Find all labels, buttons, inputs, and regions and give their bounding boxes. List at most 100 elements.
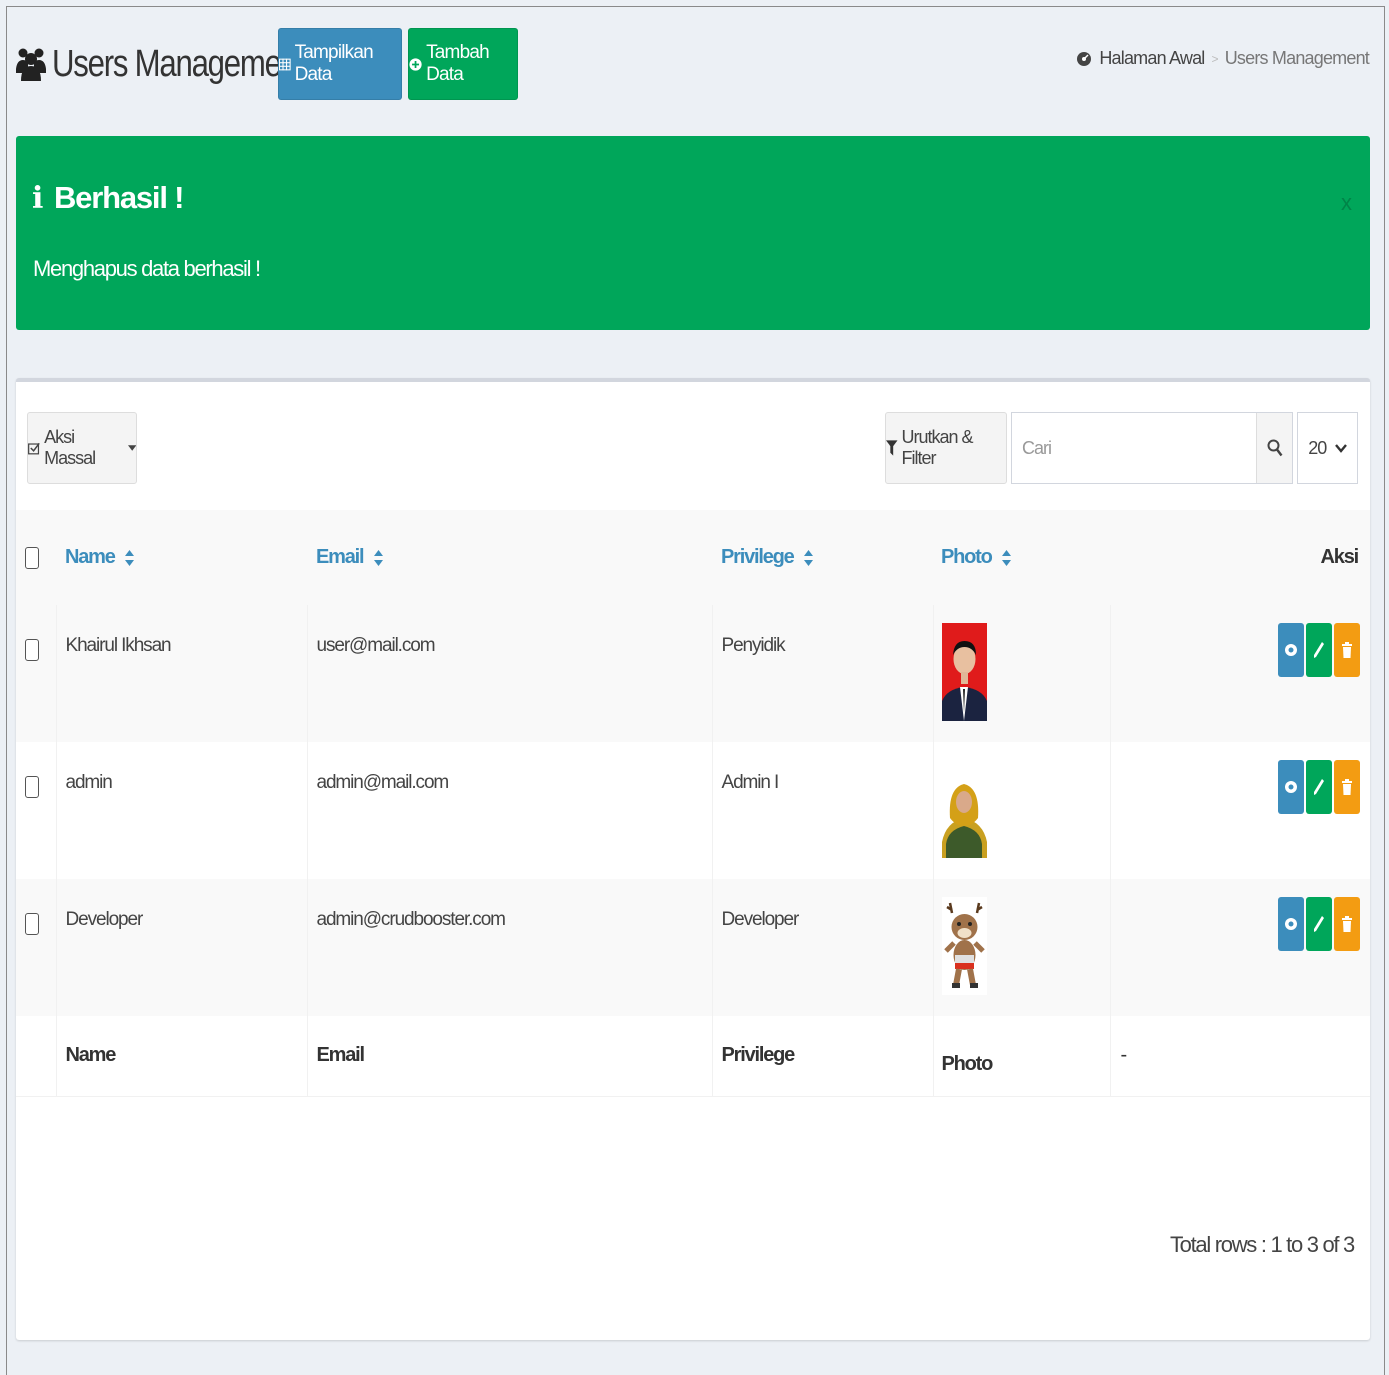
mass-action-button[interactable]: Aksi Massal	[27, 412, 137, 484]
table-row: Khairul Ikhsan user@mail.com Penyidik	[16, 605, 1370, 742]
row-actions	[1278, 897, 1360, 951]
sort-icon	[1002, 549, 1012, 566]
footer-email: Email	[307, 1016, 713, 1097]
column-header-photo[interactable]: Photo	[933, 510, 1110, 605]
cell-privilege: Penyidik	[712, 605, 934, 742]
breadcrumb-separator: >	[1211, 51, 1219, 66]
dashboard-icon	[1077, 51, 1092, 66]
trash-icon	[1342, 779, 1352, 795]
pencil-icon	[1314, 779, 1324, 795]
select-all-cell	[16, 510, 56, 605]
show-data-button[interactable]: Tampilkan Data	[278, 28, 402, 100]
info-icon: i	[32, 180, 43, 216]
edit-button[interactable]	[1306, 897, 1332, 951]
sort-icon	[373, 549, 383, 566]
rows-limit-select[interactable]: 20	[1297, 412, 1358, 484]
column-header-name[interactable]: Name	[56, 510, 307, 605]
mass-action-label: Aksi Massal	[44, 427, 96, 468]
footer-name: Name	[56, 1016, 308, 1097]
sort-icon	[125, 549, 135, 566]
eye-icon	[1285, 781, 1297, 793]
sort-filter-label: Urutkan & Filter	[901, 427, 974, 468]
show-data-label: Tampilkan Data	[294, 42, 374, 85]
search-input[interactable]	[1012, 413, 1256, 483]
row-checkbox[interactable]	[25, 639, 39, 661]
cell-privilege: Developer	[712, 879, 934, 1016]
delete-button[interactable]	[1334, 897, 1360, 951]
edit-button[interactable]	[1306, 623, 1332, 677]
table-icon	[279, 58, 291, 70]
table-header-row: Name Email Privilege Photo Aksi	[16, 510, 1370, 605]
cell-name: admin	[56, 742, 308, 879]
table-row: Developer admin@crudbooster.com Develope…	[16, 879, 1370, 1016]
cell-photo	[933, 879, 1111, 1016]
edit-button[interactable]	[1306, 760, 1332, 814]
breadcrumb-home-link[interactable]: Halaman Awal	[1099, 48, 1205, 69]
footer-privilege: Privilege	[712, 1016, 934, 1097]
select-all-checkbox[interactable]	[25, 546, 39, 569]
user-photo-thumbnail[interactable]	[941, 760, 987, 858]
rows-limit-value: 20	[1308, 437, 1327, 458]
total-rows-text: Total rows : 1 to 3 of 3	[1169, 1232, 1355, 1257]
column-header-email[interactable]: Email	[307, 510, 712, 605]
user-photo-thumbnail[interactable]	[941, 623, 987, 721]
page-title: Users Management	[52, 42, 305, 85]
view-button[interactable]	[1278, 623, 1304, 677]
alert-close-button[interactable]: x	[1341, 190, 1352, 216]
cell-email: admin@mail.com	[307, 742, 713, 879]
row-checkbox-cell	[16, 742, 57, 879]
cell-photo	[933, 742, 1111, 879]
eye-icon	[1285, 918, 1297, 930]
alert-title-text: Berhasil !	[54, 180, 184, 215]
page-header: Users Management Tampilkan Data Tambah D…	[16, 26, 1370, 102]
sort-icon	[803, 549, 813, 566]
cell-photo	[933, 605, 1111, 742]
sort-filter-button[interactable]: Urutkan & Filter	[885, 412, 1007, 484]
footer-actions: -	[1110, 1016, 1370, 1097]
row-checkbox[interactable]	[25, 913, 39, 935]
data-box: Aksi Massal Urutkan & Filter 20	[16, 378, 1370, 1340]
cell-actions	[1110, 605, 1370, 742]
check-square-icon	[28, 442, 40, 454]
cell-name: Khairul Ikhsan	[56, 605, 308, 742]
breadcrumb-current: Users Management	[1224, 48, 1370, 68]
view-button[interactable]	[1278, 897, 1304, 951]
row-checkbox-cell	[16, 605, 57, 742]
plus-circle-icon	[409, 57, 422, 71]
search-button[interactable]	[1256, 413, 1292, 483]
row-checkbox-cell	[16, 879, 57, 1016]
column-header-privilege-label: Privilege	[721, 546, 795, 568]
pencil-icon	[1314, 916, 1324, 932]
pencil-icon	[1314, 642, 1324, 658]
row-actions	[1278, 760, 1360, 814]
cell-name: Developer	[56, 879, 308, 1016]
eye-icon	[1285, 644, 1297, 656]
cell-actions	[1110, 742, 1370, 879]
row-checkbox[interactable]	[25, 776, 39, 798]
caret-down-icon	[127, 445, 136, 451]
search-box	[1011, 412, 1293, 484]
column-header-email-label: Email	[316, 546, 365, 568]
cell-actions	[1110, 879, 1370, 1016]
trash-icon	[1342, 642, 1352, 658]
column-header-privilege[interactable]: Privilege	[712, 510, 933, 605]
table-footer-row: Name Email Privilege Photo -	[16, 1016, 1370, 1097]
success-alert: i Berhasil ! Menghapus data berhasil ! x	[16, 136, 1370, 330]
users-table: Name Email Privilege Photo Aksi Khairul …	[16, 510, 1370, 1097]
users-icon	[16, 48, 46, 81]
cell-email: user@mail.com	[307, 605, 713, 742]
view-button[interactable]	[1278, 760, 1304, 814]
add-data-label: Tambah Data	[426, 42, 490, 85]
alert-title: i Berhasil !	[32, 180, 184, 216]
cell-privilege: Admin I	[712, 742, 934, 879]
delete-button[interactable]	[1334, 623, 1360, 677]
alert-message: Menghapus data berhasil !	[33, 256, 261, 281]
add-data-button[interactable]: Tambah Data	[408, 28, 518, 100]
table-row: admin admin@mail.com Admin I	[16, 742, 1370, 879]
footer-empty-cell	[16, 1016, 57, 1097]
trash-icon	[1342, 916, 1352, 932]
column-header-photo-label: Photo	[941, 546, 993, 568]
column-header-actions: Aksi	[1110, 510, 1370, 605]
user-photo-thumbnail[interactable]	[941, 897, 987, 995]
delete-button[interactable]	[1334, 760, 1360, 814]
